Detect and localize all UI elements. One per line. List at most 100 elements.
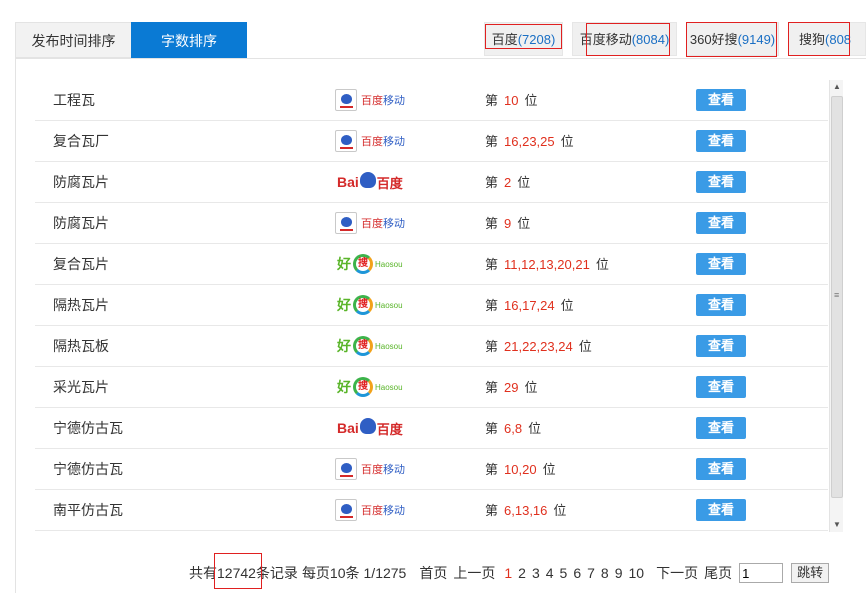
first-page-link[interactable]: 首页: [419, 562, 447, 584]
table-row: 复合瓦厂 百度移动 第 16,23,25 位 查看: [35, 121, 828, 162]
rank-numbers: 21,22,23,24: [504, 339, 573, 354]
magnifier-icon: 搜: [353, 377, 373, 397]
baidu-mobile-logo: 百度移动: [335, 89, 405, 111]
rank-numbers: 10: [504, 93, 519, 108]
rank-numbers: 9: [504, 216, 512, 231]
page-link[interactable]: 6: [573, 565, 581, 581]
engine-cell: Bai 百度: [335, 416, 403, 440]
page-link[interactable]: 7: [587, 565, 595, 581]
highlight-box: [788, 22, 850, 56]
table-row: 隔热瓦板 好搜 Haosou 第 21,22,23,24 位 查看: [35, 326, 828, 367]
engine-cell: 百度移动: [335, 498, 405, 522]
highlight-box: [485, 24, 562, 49]
keyword: 防腐瓦片: [53, 215, 109, 231]
scroll-thumb[interactable]: ≡: [831, 96, 843, 498]
keyword: 采光瓦片: [53, 379, 109, 395]
rank-numbers: 2: [504, 175, 512, 190]
table-row: 采光瓦片 好搜 Haosou 第 29 位 查看: [35, 367, 828, 408]
view-button[interactable]: 查看: [696, 376, 746, 398]
page-link[interactable]: 4: [546, 565, 554, 581]
last-page-link[interactable]: 尾页: [704, 562, 732, 584]
view-button[interactable]: 查看: [696, 253, 746, 275]
highlight-box: [686, 22, 777, 57]
engine-cell: 好搜 Haosou: [335, 293, 403, 317]
keyword: 隔热瓦板: [53, 338, 109, 354]
tab-publish-time[interactable]: 发布时间排序: [15, 22, 131, 58]
page-link[interactable]: 8: [601, 565, 609, 581]
baidu-mobile-logo: 百度移动: [335, 130, 405, 152]
results-list: 工程瓦 百度移动第 10 位查看 复合瓦厂 百度移动第 16,23,25 位查看 防腐瓦片 Bai…: [35, 80, 828, 532]
per-page: 每页10条: [301, 565, 360, 581]
highlight-box: [586, 23, 670, 56]
baidu-mobile-logo: 百度移动: [335, 458, 405, 480]
rank-numbers: 10,20: [504, 462, 537, 477]
rank-cell: 第 6,8 位: [485, 421, 542, 436]
view-button[interactable]: 查看: [696, 171, 746, 193]
grip-icon: ≡: [834, 290, 840, 300]
keyword: 工程瓦: [53, 92, 95, 108]
table-row: 隔热瓦片 好搜 Haosou 第 16,17,24 位 查看: [35, 285, 828, 326]
view-button[interactable]: 查看: [696, 335, 746, 357]
page-link[interactable]: 3: [532, 565, 540, 581]
page-link[interactable]: 9: [615, 565, 623, 581]
table-row: 防腐瓦片 百度移动 第 9 位 查看: [35, 203, 828, 244]
tab-word-count[interactable]: 字数排序: [131, 22, 247, 58]
haosou-logo: 好搜 Haosou: [337, 377, 403, 397]
page-link[interactable]: 10: [629, 565, 645, 581]
page-input[interactable]: [739, 563, 784, 583]
engine-cell: Bai 百度: [335, 170, 403, 194]
view-button[interactable]: 查看: [696, 212, 746, 234]
haosou-logo: 好搜 Haosou: [337, 295, 403, 315]
page-info: 1/1275: [363, 565, 407, 581]
engine-cell: 百度移动: [335, 457, 405, 481]
rank-numbers: 6,8: [504, 421, 523, 436]
scroll-down-arrow-icon[interactable]: ▼: [830, 518, 844, 532]
scroll-up-arrow-icon[interactable]: ▲: [830, 80, 844, 94]
next-page-link[interactable]: 下一页: [656, 562, 698, 584]
paw-icon: [335, 212, 357, 234]
rank-cell: 第 11,12,13,20,21 位: [485, 257, 609, 272]
scrollbar[interactable]: ▲ ≡ ▼: [829, 80, 843, 532]
engine-cell: 好搜 Haosou: [335, 375, 403, 399]
keyword: 宁德仿古瓦: [53, 420, 123, 436]
rank-numbers: 16,17,24: [504, 298, 555, 313]
table-row: 复合瓦片 好搜 Haosou 第 11,12,13,20,21 位 查看: [35, 244, 828, 285]
keyword: 隔热瓦片: [53, 297, 109, 313]
engine-cell: 好搜 Haosou: [335, 334, 403, 358]
view-button[interactable]: 查看: [696, 417, 746, 439]
page-link[interactable]: 2: [518, 565, 526, 581]
total-prefix: 共有: [189, 565, 217, 581]
view-button[interactable]: 查看: [696, 458, 746, 480]
view-button[interactable]: 查看: [696, 130, 746, 152]
view-button[interactable]: 查看: [696, 294, 746, 316]
table-row: 工程瓦 百度移动 第 10 位 查看: [35, 80, 828, 121]
keyword: 宁德仿古瓦: [53, 461, 123, 477]
rank-numbers: 29: [504, 380, 519, 395]
keyword: 复合瓦厂: [53, 133, 109, 149]
table-row: 宁德仿古瓦 Bai 百度 第 6,8 位 查看: [35, 408, 828, 449]
baidu-logo: Bai 百度: [337, 172, 403, 191]
haosou-logo: 好搜 Haosou: [337, 336, 403, 356]
engine-cell: 百度移动: [335, 211, 405, 235]
page-link[interactable]: 5: [560, 565, 568, 581]
table-row: 宁德仿古瓦 百度移动 第 10,20 位 查看: [35, 449, 828, 490]
prev-page-link[interactable]: 上一页: [453, 562, 495, 584]
magnifier-icon: 搜: [353, 295, 373, 315]
engine-cell: 百度移动: [335, 129, 405, 153]
rank-numbers: 6,13,16: [504, 503, 548, 518]
rank-cell: 第 10 位: [485, 93, 538, 108]
table-row: 南平仿古瓦 百度移动 第 6,13,16 位 查看: [35, 490, 828, 531]
page-link[interactable]: 1: [504, 565, 512, 581]
rank-cell: 第 6,13,16 位: [485, 503, 567, 518]
baidu-logo: Bai 百度: [337, 418, 403, 437]
rank-cell: 第9位: [485, 216, 531, 231]
view-button[interactable]: 查看: [696, 499, 746, 521]
pagination: 共有 12742 条记录 每页10条 1/1275 首页 上一页 1234567…: [189, 562, 833, 584]
paw-icon: [359, 418, 376, 434]
rank-cell: 第 16,23,25 位: [485, 134, 574, 149]
paw-icon: [335, 499, 357, 521]
keyword: 南平仿古瓦: [53, 502, 123, 518]
go-button[interactable]: 跳转: [791, 563, 830, 583]
rank-numbers: 16,23,25: [504, 134, 555, 149]
view-button[interactable]: 查看: [696, 89, 746, 111]
